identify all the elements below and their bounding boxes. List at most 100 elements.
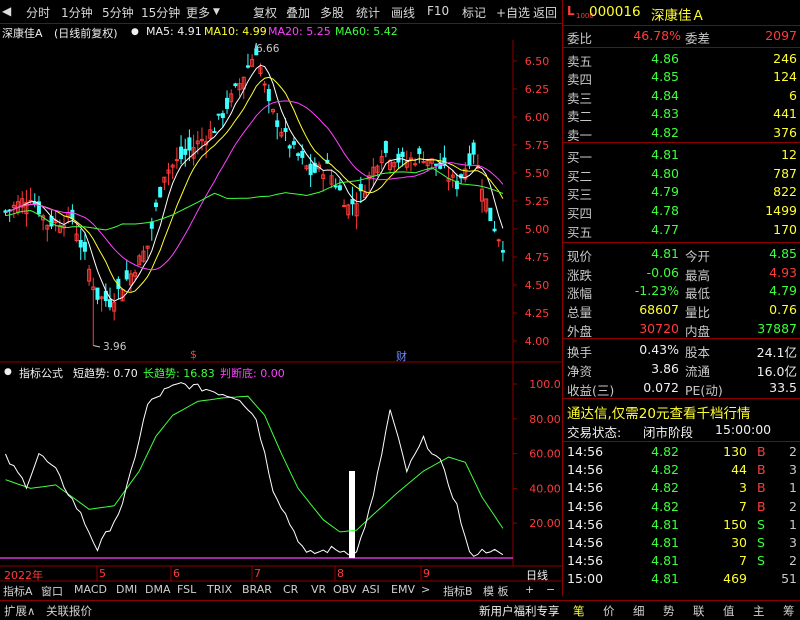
quote-tab[interactable]: 主 [753, 603, 765, 619]
indicator-tab[interactable]: > [421, 583, 430, 596]
candle-body [492, 228, 497, 232]
time-label: 2022年 [4, 569, 43, 582]
indicator-tab[interactable]: BRAR [242, 583, 272, 596]
candle-body [350, 199, 355, 205]
indicator-tab[interactable]: DMI [116, 583, 137, 596]
time-label: 5 [99, 567, 106, 580]
short-trend-value: 短趋势: 0.70 [73, 367, 138, 380]
candle-body [400, 151, 405, 158]
candle-body [95, 287, 100, 300]
indicator-tab[interactable]: 模 板 [483, 583, 509, 599]
trade-status-row: 交易状态: 闭市阶段 15:00:00 [567, 422, 772, 440]
long-trend-value: 长趋势: 16.83 [143, 367, 215, 380]
candle-body [187, 137, 192, 151]
candle-body [82, 241, 87, 252]
tick-row: 15:00 4.81 469 51 [567, 571, 797, 587]
indicator-tab[interactable]: − [546, 583, 555, 596]
stock-title: 深康佳Ａ [651, 8, 705, 24]
indicator-tab[interactable]: 指标A [3, 583, 33, 599]
status-bar: 扩展∧ 关联报价 新用户福利专享 笔 价 细 势 联 值 主 筹 [0, 600, 800, 620]
candle-body [467, 153, 472, 167]
candle-body [496, 239, 501, 242]
candle-body [124, 270, 129, 280]
indicator-tab[interactable]: FSL [177, 583, 196, 596]
indicator-tab[interactable]: ASI [362, 583, 380, 596]
indicator-tick-label: 60.00 [529, 448, 561, 461]
candle-body [174, 159, 179, 162]
weibi-value: 46.78% [633, 28, 681, 43]
candle-body [216, 113, 221, 116]
indicator-tab[interactable]: TRIX [207, 583, 232, 596]
low-label: 3.96 [103, 341, 127, 353]
event-marker-dollar[interactable]: $ [190, 348, 197, 361]
candle-body [158, 186, 163, 198]
quote-tab[interactable]: 筹 [783, 603, 795, 619]
quote-tab[interactable]: 势 [663, 603, 675, 619]
indicator-tab[interactable]: + [525, 583, 534, 596]
level-icon: L [567, 4, 575, 18]
indicator-tick-label: 40.00 [529, 482, 561, 495]
bottom-signal-bar [349, 471, 355, 558]
price-tick-label: 5.75 [525, 139, 550, 152]
tick-row: 14:56 4.82 3 B 1 [567, 480, 797, 496]
short-trend-line [5, 382, 504, 557]
promo-link[interactable]: 新用户福利专享 [479, 603, 560, 619]
quote-tab[interactable]: 价 [603, 603, 615, 619]
price-tick-label: 6.25 [525, 83, 550, 96]
candle-body [220, 113, 225, 119]
tick-row: 14:56 4.81 150 S 1 [567, 516, 797, 532]
ma10-line [5, 76, 504, 293]
candle-body [283, 128, 288, 133]
indicator-tab[interactable]: EMV [391, 583, 415, 596]
indicator-tab[interactable]: MACD [74, 583, 107, 596]
promo-banner[interactable]: 通达信,仅需20元查看千档行情 [563, 401, 800, 422]
candle-body [383, 141, 388, 153]
time-label: 6 [173, 567, 180, 580]
related-quote-button[interactable]: 关联报价 [46, 603, 92, 619]
ma60-line [5, 167, 504, 231]
fundamental-row: 净资 3.86 流通 16.0亿 [567, 361, 797, 379]
quote-title: L 1000 000016 深康佳Ａ [563, 3, 800, 24]
indicator-tab[interactable]: CR [283, 583, 298, 596]
indicator-tick-label: 80.00 [529, 413, 561, 426]
event-marker-finance[interactable]: 财 [396, 348, 407, 364]
tick-row: 14:56 4.81 7 S 2 [567, 553, 797, 569]
quote-tab[interactable]: 值 [723, 603, 735, 619]
weibi-row: 委比 46.78% 委差 2097 [567, 28, 797, 46]
indicator-tab[interactable]: VR [311, 583, 326, 596]
quote-tab[interactable]: 细 [633, 603, 645, 619]
candle-body [153, 202, 158, 207]
expand-button[interactable]: 扩展∧ [4, 603, 35, 619]
candle-body [308, 163, 313, 176]
indicator-tab[interactable]: OBV [333, 583, 356, 596]
time-label: 7 [254, 567, 261, 580]
candle-body [78, 239, 83, 248]
candle-body [434, 163, 439, 166]
candle-body [183, 148, 188, 155]
candle-body [333, 185, 338, 188]
indicator-tab[interactable]: 窗口 [41, 583, 63, 599]
indicator-tab[interactable]: 指标B [443, 583, 473, 599]
candle-body [179, 146, 184, 160]
candle-body [275, 120, 280, 127]
weicha-value: 2097 [765, 28, 797, 43]
indicator-tick-label: 100.0 [529, 378, 561, 391]
ask-level: 卖四 4.85 124 [567, 69, 797, 88]
candle-body [245, 65, 250, 68]
candle-body [342, 204, 347, 207]
indicator-dropdown-icon[interactable]: ● [4, 367, 12, 377]
indicator-tabs: 指标A 窗口 MACD DMI DMA FSL TRIX BRAR CR VR OBV ASI EMV >… [0, 582, 562, 598]
candle-body [212, 131, 217, 134]
quote-tab[interactable]: 联 [693, 603, 705, 619]
bid-level: 买一 4.81 12 [567, 147, 797, 165]
price-tick-label: 4.25 [525, 307, 550, 320]
candle-body [262, 83, 267, 86]
indicator-tab[interactable]: DMA [145, 583, 171, 596]
quote-panel: L 1000 000016 深康佳Ａ 委比 46.78% 委差 2097 通达信… [562, 0, 800, 596]
quote-tab[interactable]: 笔 [573, 603, 585, 619]
price-tick-label: 4.75 [525, 251, 550, 264]
bid-level: 买二 4.80 787 [567, 165, 797, 184]
kline-chart[interactable]: 6.50 6.25 6.00 5.75 5.50 5.25 5.00 4.75 4.50 4.25… [0, 0, 562, 582]
candle-body [296, 153, 301, 156]
period-label[interactable]: 日线 [526, 567, 548, 583]
